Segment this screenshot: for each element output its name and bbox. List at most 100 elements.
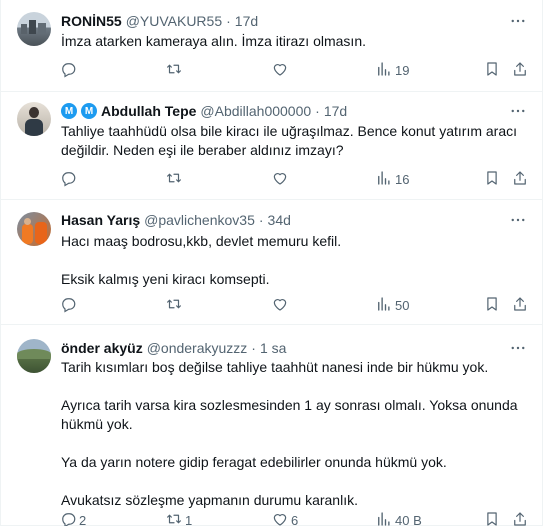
- views-button[interactable]: 16: [375, 167, 409, 191]
- separator: ·: [315, 103, 320, 119]
- tweet-header: Hasan Yarış @pavlichenkov35 · 34d: [61, 211, 291, 229]
- tweet-header: M M Abdullah Tepe @Abdillah000000 · 17d: [61, 102, 347, 120]
- tweet-text: Hacı maaş bodrosu,kkb, devlet memuru kef…: [61, 232, 531, 289]
- tweet-text-line: Ya da yarın notere gidip feragat edebili…: [61, 454, 447, 470]
- bookmark-button[interactable]: [483, 293, 501, 317]
- like-button[interactable]: [271, 167, 291, 191]
- views-button[interactable]: 40 B: [375, 508, 422, 526]
- tweet-text-line: hükmü yok.: [61, 416, 133, 432]
- tweet-text-line: İmza atarken kameraya alın. İmza itirazı…: [61, 33, 366, 49]
- tweet-text: Tahliye taahhüdü olsa bile kiracı ile uğ…: [61, 122, 531, 160]
- tweet-1[interactable]: M M Abdullah Tepe @Abdillah000000 · 17d Tahliy…: [1, 92, 542, 200]
- bookmark-icon: [483, 60, 501, 81]
- timestamp[interactable]: 17d: [235, 13, 258, 29]
- like-count: 6: [291, 512, 299, 526]
- verified-badge-icon: M: [61, 103, 77, 119]
- display-name[interactable]: Abdullah Tepe: [101, 103, 196, 119]
- tweet-text-line: Ayrıca tarih varsa kira sozlesmesinden 1…: [61, 397, 518, 413]
- avatar[interactable]: [17, 102, 51, 136]
- like-button[interactable]: [271, 293, 291, 317]
- timestamp[interactable]: 1 sa: [260, 340, 286, 356]
- share-button[interactable]: [511, 293, 529, 317]
- share-icon: [511, 295, 529, 316]
- share-button[interactable]: [511, 508, 529, 526]
- share-icon: [511, 60, 529, 81]
- more-options-icon[interactable]: [508, 339, 528, 357]
- tweet-text-line: Tarih kısımları boş değilse tahliye taah…: [61, 359, 489, 375]
- view-count: 19: [395, 62, 410, 78]
- tweet-header: RONİN55 @YUVAKUR55 · 17d: [61, 12, 258, 30]
- bookmark-button[interactable]: [483, 167, 501, 191]
- views-button[interactable]: 50: [375, 293, 409, 317]
- display-name[interactable]: Hasan Yarış: [61, 212, 140, 228]
- reply-icon: [59, 169, 77, 190]
- share-icon: [511, 169, 529, 190]
- separator: ·: [226, 13, 231, 29]
- reply-icon: [59, 60, 77, 81]
- heart-icon: [271, 295, 289, 316]
- separator: ·: [258, 212, 264, 228]
- share-button[interactable]: [511, 58, 529, 82]
- share-button[interactable]: [511, 167, 529, 191]
- tweet-actions: 19: [53, 58, 531, 82]
- user-handle[interactable]: @YUVAKUR55: [126, 13, 222, 29]
- bookmark-icon: [483, 169, 501, 190]
- heart-icon: [271, 510, 289, 526]
- tweet-3[interactable]: önder akyüz @onderakyuzzz · 1 sa Tarih kısım…: [1, 325, 542, 526]
- view-count: 40 B: [395, 512, 422, 526]
- retweet-button[interactable]: [165, 58, 185, 82]
- display-name[interactable]: RONİN55: [61, 13, 122, 29]
- views-chart-icon: [375, 295, 393, 316]
- bookmark-icon: [483, 295, 501, 316]
- tweet-2[interactable]: Hasan Yarış @pavlichenkov35 · 34d Hacı maaş …: [1, 200, 542, 325]
- more-options-icon[interactable]: [508, 211, 528, 229]
- user-handle[interactable]: @onderakyuzzz: [147, 340, 248, 356]
- tweet-text: İmza atarken kameraya alın. İmza itirazı…: [61, 32, 531, 51]
- like-button[interactable]: [271, 58, 291, 82]
- view-count: 16: [395, 171, 410, 187]
- reply-button[interactable]: 2: [59, 508, 86, 526]
- views-chart-icon: [375, 510, 393, 526]
- heart-icon: [271, 169, 289, 190]
- retweet-count: 1: [185, 512, 193, 526]
- tweet-text: Tarih kısımları boş değilse tahliye taah…: [61, 358, 531, 510]
- retweet-button[interactable]: [165, 167, 185, 191]
- tweet-actions: 2 1 6 40 B: [53, 508, 531, 526]
- avatar[interactable]: [17, 212, 51, 246]
- views-button[interactable]: 19: [375, 58, 409, 82]
- reply-button[interactable]: [59, 167, 79, 191]
- tweet-0[interactable]: RONİN55 @YUVAKUR55 · 17d İmza atarken kamera…: [1, 0, 542, 92]
- timestamp[interactable]: 34d: [268, 212, 291, 228]
- bookmark-icon: [483, 510, 501, 526]
- verified-badge-icon: M: [81, 103, 97, 119]
- reply-icon: [59, 295, 77, 316]
- view-count: 50: [395, 297, 410, 313]
- bookmark-button[interactable]: [483, 508, 501, 526]
- reply-button[interactable]: [59, 293, 79, 317]
- more-options-icon[interactable]: [508, 102, 528, 120]
- user-handle[interactable]: @pavlichenkov35: [144, 212, 255, 228]
- retweet-button[interactable]: 1: [165, 508, 192, 526]
- tweet-text-line: Eksik kalmış yeni kiracı komsepti.: [61, 271, 270, 287]
- timestamp[interactable]: 17d: [324, 103, 347, 119]
- share-icon: [511, 510, 529, 526]
- reply-button[interactable]: [59, 58, 79, 82]
- retweet-button[interactable]: [165, 293, 185, 317]
- reply-count: 2: [79, 512, 87, 526]
- tweet-text-line: değildir. Neden eşi ile beraber aldınız …: [61, 142, 344, 158]
- like-button[interactable]: 6: [271, 508, 298, 526]
- avatar[interactable]: [17, 339, 51, 373]
- retweet-icon: [165, 169, 183, 190]
- user-handle[interactable]: @Abdillah000000: [200, 103, 311, 119]
- display-name[interactable]: önder akyüz: [61, 340, 143, 356]
- tweet-actions: 16: [53, 167, 531, 191]
- avatar[interactable]: [17, 12, 51, 46]
- bookmark-button[interactable]: [483, 58, 501, 82]
- retweet-icon: [165, 295, 183, 316]
- retweet-icon: [165, 60, 183, 81]
- more-options-icon[interactable]: [508, 12, 528, 30]
